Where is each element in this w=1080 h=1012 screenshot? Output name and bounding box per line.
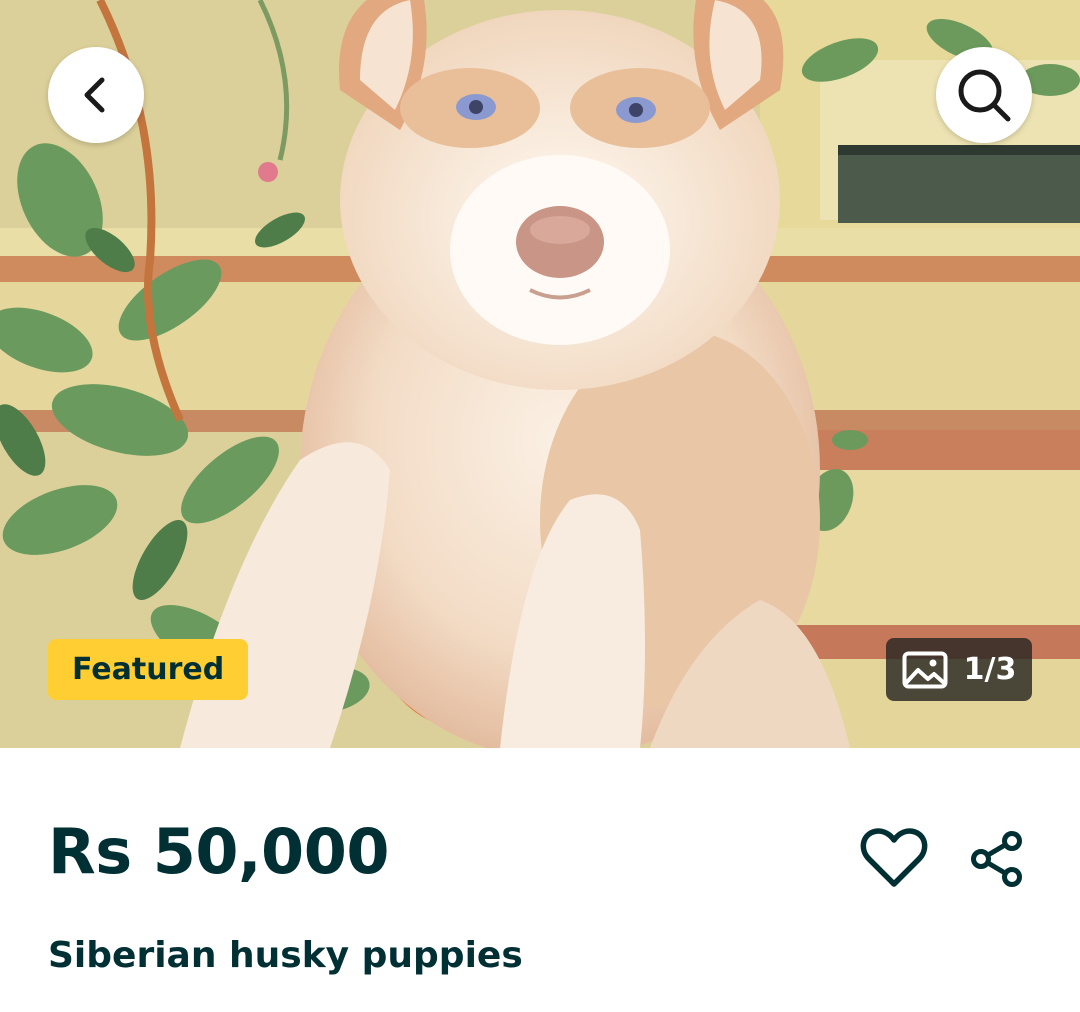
share-icon xyxy=(971,831,1022,887)
listing-price: Rs 50,000 xyxy=(48,815,389,888)
gallery-counter-label: 1/3 xyxy=(963,651,1017,687)
listing-photo-gallery[interactable]: Featured 1/3 xyxy=(0,0,1080,748)
heart-icon xyxy=(860,828,928,887)
listing-title: Siberian husky puppies xyxy=(48,935,523,976)
search-button[interactable] xyxy=(936,47,1032,143)
share-button[interactable] xyxy=(964,826,1030,892)
image-icon xyxy=(902,651,948,688)
search-icon xyxy=(958,69,1011,122)
chevron-left-icon xyxy=(84,77,105,113)
gallery-counter[interactable]: 1/3 xyxy=(886,638,1032,701)
featured-badge: Featured xyxy=(48,639,249,700)
listing-detail-screen: Featured 1/3 Rs 50,000 Siberian husky pu… xyxy=(0,0,1080,1012)
husky-puppy-photo xyxy=(0,0,1080,748)
favorite-button[interactable] xyxy=(856,822,932,894)
back-button[interactable] xyxy=(48,47,144,143)
